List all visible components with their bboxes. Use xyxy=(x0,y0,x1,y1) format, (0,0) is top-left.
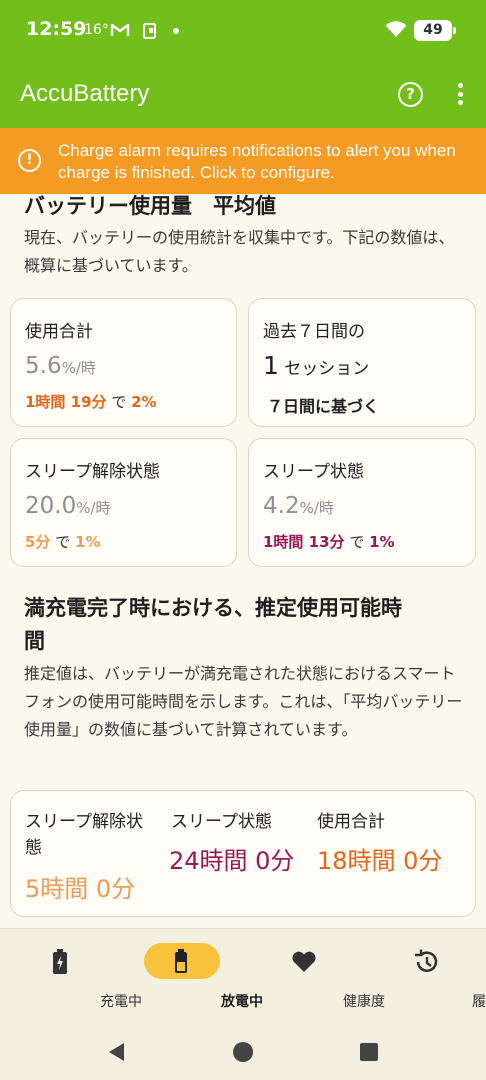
clipboard-icon xyxy=(142,22,158,44)
nav-label: 履歴 xyxy=(472,994,486,1010)
estimate-section-title-line2: 間 xyxy=(24,629,45,653)
app-title: AccuBattery xyxy=(20,80,150,107)
wifi-icon xyxy=(385,20,407,38)
battery-charging-icon xyxy=(52,949,68,979)
battery-discharging-icon xyxy=(174,949,188,977)
nav-item-history[interactable]: 履歴 xyxy=(365,929,486,1023)
recents-icon[interactable] xyxy=(360,1043,378,1065)
gmail-icon xyxy=(110,22,130,42)
sleep-usage-detail: 1時間 13分 で 1% xyxy=(263,533,395,551)
system-navigation-bar xyxy=(0,1022,486,1080)
awake-estimate-label-line2: 態 xyxy=(25,838,42,858)
home-icon[interactable] xyxy=(232,1041,254,1067)
past-7-days-card: 過去７日間の 1 セッション ７日間に基づく xyxy=(248,298,476,427)
awake-usage-detail: 5分 で 1% xyxy=(25,533,101,551)
sleep-usage-card: スリープ状態 4.2%/時 1時間 13分 で 1% xyxy=(248,438,476,567)
back-icon[interactable] xyxy=(107,1042,127,1066)
card-label: スリープ状態 xyxy=(263,462,364,482)
card-label: 過去７日間の xyxy=(263,322,365,342)
total-estimate-label: 使用合計 xyxy=(317,812,385,832)
sessions-basis: ７日間に基づく xyxy=(267,397,380,416)
total-usage-rate: 5.6%/時 xyxy=(25,353,96,379)
sessions-count: 1 セッション xyxy=(263,351,370,380)
awake-usage-rate: 20.0%/時 xyxy=(25,493,111,519)
bottom-navigation: 充電中 放電中 健康度 履歴 xyxy=(0,928,486,1022)
nav-item-charging[interactable]: 充電中 xyxy=(0,929,142,1023)
total-usage-card: 使用合計 5.6%/時 1時間 19分 で 2% xyxy=(10,298,237,427)
heart-icon xyxy=(291,951,317,977)
estimate-section-title-line1: 満充電完了時における、推定使用可能時 xyxy=(24,596,402,620)
total-usage-detail: 1時間 19分 で 2% xyxy=(25,393,157,411)
total-estimate-value: 18時間 0分 xyxy=(317,847,443,875)
awake-estimate-value: 5時間 0分 xyxy=(25,875,136,903)
card-label: スリープ解除状態 xyxy=(25,462,160,482)
app-bar: AccuBattery ? xyxy=(0,62,486,128)
estimate-card: スリープ解除状 態 5時間 0分 スリープ状態 24時間 0分 使用合計 18時… xyxy=(10,790,476,917)
battery-level: 49 xyxy=(414,20,456,41)
average-section-description: 現在、バッテリーの使用統計を収集中です。下記の数値は、概算に基づいています。 xyxy=(24,228,455,275)
help-icon[interactable]: ? xyxy=(398,82,423,107)
average-section-title: バッテリー使用量 平均値 xyxy=(24,194,276,218)
status-time: 12:59 xyxy=(26,18,87,40)
awake-estimate-label-line1: スリープ解除状 xyxy=(25,812,143,832)
nav-item-discharging[interactable]: 放電中 xyxy=(121,929,263,1023)
sleep-estimate-label: スリープ状態 xyxy=(171,812,272,832)
status-temperature: 16° xyxy=(84,22,109,38)
alert-circle-icon: ! xyxy=(18,149,41,172)
sleep-estimate-value: 24時間 0分 xyxy=(169,847,295,875)
sleep-usage-rate: 4.2%/時 xyxy=(263,493,334,519)
awake-usage-card: スリープ解除状態 20.0%/時 5分 で 1% xyxy=(10,438,237,567)
card-label: 使用合計 xyxy=(25,322,93,342)
banner-message: Charge alarm requires notifications to a… xyxy=(58,141,456,182)
charge-alarm-banner[interactable]: ! Charge alarm requires notifications to… xyxy=(0,128,486,194)
discharge-content[interactable]: バッテリー使用量 平均値 現在、バッテリーの使用統計を収集中です。下記の数値は、… xyxy=(0,194,486,928)
estimate-section-description: 推定値は、バッテリーが満充電された状態におけるスマートフォンの使用可能時間を示し… xyxy=(24,664,463,739)
more-vert-icon[interactable] xyxy=(456,83,464,107)
dot-icon xyxy=(172,22,180,44)
history-icon xyxy=(413,949,439,979)
status-bar: 12:59 16° 49 xyxy=(0,0,486,62)
nav-item-health[interactable]: 健康度 xyxy=(243,929,385,1023)
